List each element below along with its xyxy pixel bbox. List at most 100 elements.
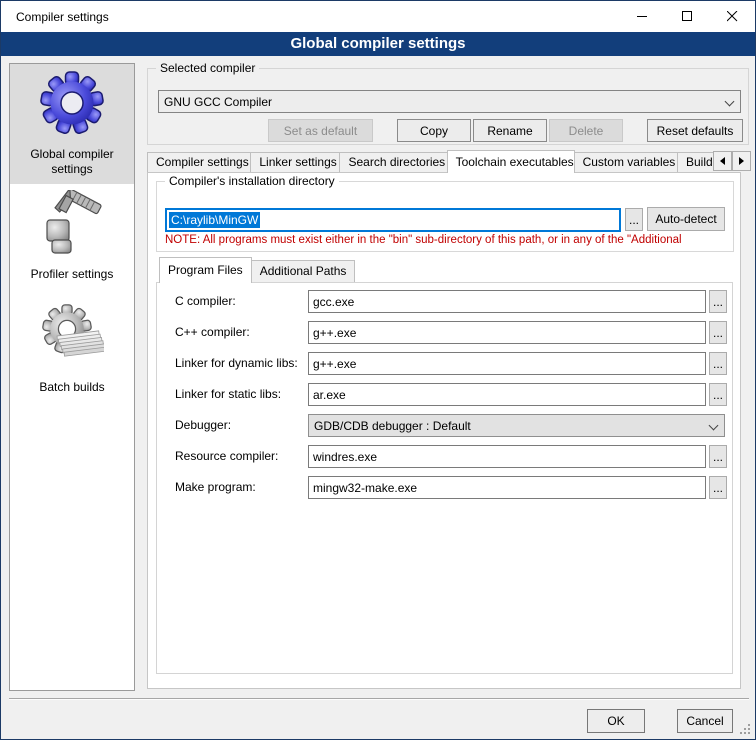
button-label: Reset defaults [657, 124, 734, 138]
browse-dynamic-linker-button[interactable]: ... [709, 352, 727, 375]
ellipsis-icon: ... [713, 357, 723, 371]
caliper-icon [40, 190, 104, 254]
button-label: OK [607, 714, 624, 728]
blue-gear-icon [40, 70, 104, 134]
tab-scroll-right-button[interactable] [732, 151, 751, 171]
minimize-icon [637, 11, 648, 22]
selected-compiler-group: Selected compiler GNU GCC Compiler Set a… [147, 68, 749, 145]
tab-scroll-left-button[interactable] [713, 151, 732, 171]
compiler-settings-dialog: Compiler settings Global compiler settin… [0, 0, 756, 740]
close-icon [727, 11, 738, 22]
field-row: C++ compiler: ... [157, 321, 732, 344]
tab-compiler-settings[interactable]: Compiler settings [147, 152, 251, 172]
toolchain-executables-page: Compiler's installation directory C:\ray… [147, 172, 741, 689]
tab-linker-settings[interactable]: Linker settings [250, 152, 340, 172]
debugger-select[interactable]: GDB/CDB debugger : Default [308, 414, 725, 437]
browse-c-compiler-button[interactable]: ... [709, 290, 727, 313]
ellipsis-icon: ... [629, 213, 639, 227]
static-linker-input[interactable] [308, 383, 706, 406]
browse-resource-compiler-button[interactable]: ... [709, 445, 727, 468]
field-row: Debugger: GDB/CDB debugger : Default [157, 414, 732, 437]
selected-path-text: C:\raylib\MinGW [169, 212, 260, 228]
cancel-button[interactable]: Cancel [677, 709, 733, 733]
arrow-right-icon [739, 157, 744, 165]
browse-cpp-compiler-button[interactable]: ... [709, 321, 727, 344]
reset-defaults-button[interactable]: Reset defaults [647, 119, 743, 142]
footer-separator [9, 698, 749, 700]
subtab-strip: Program Files Additional Paths [159, 257, 354, 283]
program-files-page: C compiler: ... C++ compiler: ... Linker… [156, 282, 733, 674]
c-compiler-input[interactable] [308, 290, 706, 313]
cpp-compiler-input[interactable] [308, 321, 706, 344]
tab-custom-variables[interactable]: Custom variables [574, 152, 678, 172]
field-label: Resource compiler: [175, 445, 278, 468]
sidebar-item-label: Batch builds [35, 380, 108, 395]
field-row: Resource compiler: ... [157, 445, 732, 468]
ellipsis-icon: ... [713, 326, 723, 340]
make-program-input[interactable] [308, 476, 706, 499]
compiler-tab-strip: Compiler settings Linker settings Search… [147, 150, 713, 173]
minimize-button[interactable] [620, 1, 665, 32]
field-label: Make program: [175, 476, 256, 499]
field-row: Make program: ... [157, 476, 732, 499]
button-label: Auto-detect [655, 212, 716, 226]
sidebar-item-profiler-settings[interactable]: Profiler settings [10, 184, 134, 282]
close-button[interactable] [710, 1, 755, 32]
installation-directory-group: Compiler's installation directory C:\ray… [156, 181, 734, 252]
arrow-left-icon [720, 157, 725, 165]
button-label: Rename [487, 124, 532, 138]
compiler-select[interactable]: GNU GCC Compiler [158, 90, 741, 113]
button-label: Delete [569, 124, 604, 138]
installation-directory-input[interactable]: C:\raylib\MinGW [165, 208, 621, 232]
field-label: C compiler: [175, 290, 236, 313]
tab-toolchain-executables[interactable]: Toolchain executables [447, 150, 575, 173]
browse-static-linker-button[interactable]: ... [709, 383, 727, 406]
auto-detect-button[interactable]: Auto-detect [647, 207, 725, 231]
browse-directory-button[interactable]: ... [625, 208, 643, 231]
rename-button[interactable]: Rename [473, 119, 547, 142]
field-row: C compiler: ... [157, 290, 732, 313]
ellipsis-icon: ... [713, 295, 723, 309]
tab-search-directories[interactable]: Search directories [339, 152, 447, 172]
page-title: Global compiler settings [1, 32, 755, 56]
settings-category-list: Global compiler settings Profiler settin… [9, 63, 135, 691]
tab-build-options[interactable]: Build options [677, 152, 713, 172]
copy-button[interactable]: Copy [397, 119, 471, 142]
ellipsis-icon: ... [713, 481, 723, 495]
group-label: Compiler's installation directory [165, 174, 339, 188]
gray-gear-stack-icon [40, 303, 104, 367]
field-label: Linker for static libs: [175, 383, 281, 406]
sidebar-item-label: Global compiler settings [10, 147, 134, 177]
resource-compiler-input[interactable] [308, 445, 706, 468]
browse-make-program-button[interactable]: ... [709, 476, 727, 499]
chevron-down-icon [709, 421, 719, 431]
field-label: C++ compiler: [175, 321, 250, 344]
sidebar-item-label: Profiler settings [27, 267, 118, 282]
titlebar[interactable]: Compiler settings [1, 1, 755, 32]
field-label: Linker for dynamic libs: [175, 352, 298, 375]
button-label: Set as default [284, 124, 357, 138]
note-text: NOTE: All programs must exist either in … [165, 234, 727, 246]
maximize-icon [682, 11, 693, 22]
dynamic-linker-input[interactable] [308, 352, 706, 375]
field-row: Linker for static libs: ... [157, 383, 732, 406]
debugger-select-value: GDB/CDB debugger : Default [314, 419, 471, 433]
resize-grip[interactable] [740, 724, 752, 736]
button-label: Cancel [686, 714, 723, 728]
chevron-down-icon [725, 97, 735, 107]
sidebar-item-batch-builds[interactable]: Batch builds [10, 297, 134, 395]
sidebar-item-global-compiler-settings[interactable]: Global compiler settings [10, 64, 134, 184]
subtab-program-files[interactable]: Program Files [159, 257, 252, 283]
set-as-default-button[interactable]: Set as default [268, 119, 373, 142]
maximize-button[interactable] [665, 1, 710, 32]
ellipsis-icon: ... [713, 450, 723, 464]
caption-buttons [620, 1, 755, 32]
ellipsis-icon: ... [713, 388, 723, 402]
field-row: Linker for dynamic libs: ... [157, 352, 732, 375]
delete-button[interactable]: Delete [549, 119, 623, 142]
field-label: Debugger: [175, 414, 231, 437]
button-label: Copy [420, 124, 448, 138]
subtab-additional-paths[interactable]: Additional Paths [251, 260, 356, 282]
group-label: Selected compiler [156, 61, 259, 75]
ok-button[interactable]: OK [587, 709, 645, 733]
